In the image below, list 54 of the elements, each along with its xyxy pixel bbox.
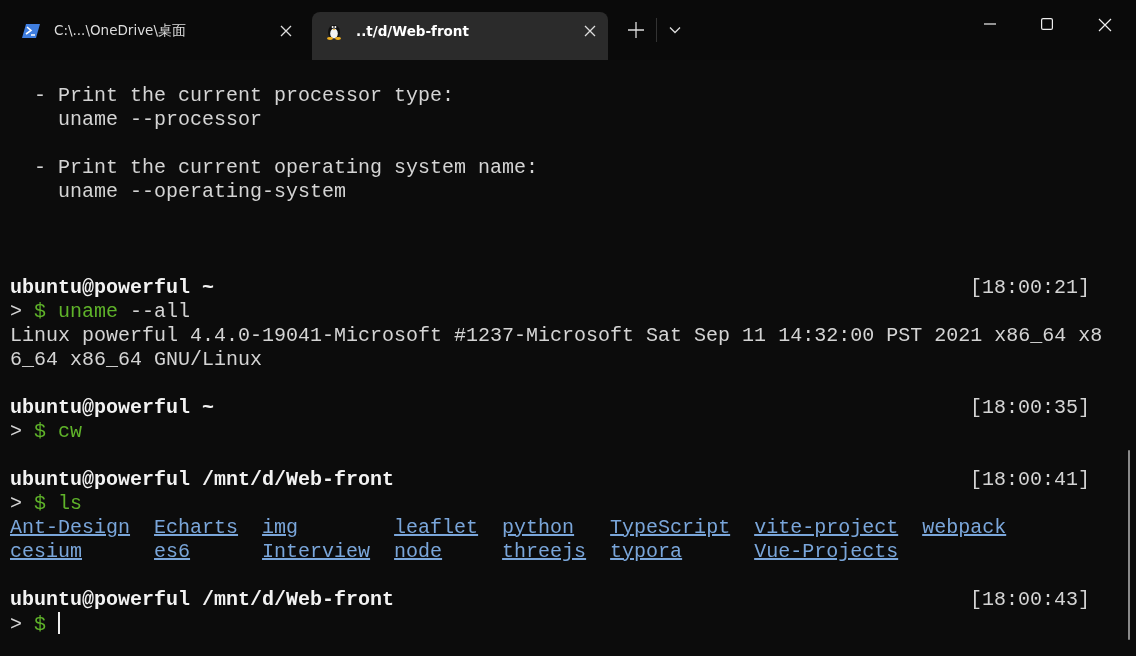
output-text: Linux powerful 4.4.0-19041-Microsoft #1237-Microsoft Sat Sep 11 14:32:00 PST 2021 x86_64 x8 <box>10 324 1103 347</box>
close-icon[interactable] <box>1098 18 1112 32</box>
directory-link[interactable]: es6 <box>154 540 239 564</box>
dropdown-icon[interactable] <box>669 26 681 34</box>
command-name: cw <box>58 420 83 443</box>
directory-link[interactable]: Echarts <box>154 516 239 540</box>
directory-link[interactable]: Ant-Design <box>10 516 131 540</box>
maximize-icon[interactable] <box>1041 18 1053 30</box>
output-text: uname --processor <box>57 108 263 131</box>
prompt-symbol: $ <box>34 492 47 515</box>
directory-link[interactable]: leaflet <box>394 516 479 540</box>
powershell-icon <box>22 23 40 39</box>
prompt-marker: > <box>10 300 22 323</box>
directory-link[interactable]: node <box>394 540 479 564</box>
prompt-path: ubuntu@powerful /mnt/d/Web-front <box>10 468 395 492</box>
prompt-symbol: $ <box>34 300 47 323</box>
prompt-path: ubuntu@powerful /mnt/d/Web-front <box>10 588 395 612</box>
close-icon[interactable] <box>584 25 596 37</box>
prompt-symbol: $ <box>34 613 47 636</box>
prompt-path: ubuntu@powerful ~ <box>10 396 215 420</box>
prompt-marker: > <box>10 492 22 515</box>
output-text: - Print the current operating system name: <box>33 156 539 179</box>
directory-link[interactable]: cesium <box>10 540 131 564</box>
output-text: - Print the current processor type: <box>33 84 455 107</box>
prompt-marker: > <box>10 613 22 636</box>
prompt-marker: > <box>10 420 22 443</box>
directory-link[interactable]: vite-project <box>754 516 899 540</box>
tab[interactable]: C:\...\OneDrive\桌面 <box>8 12 304 50</box>
timestamp: [18:00:35] <box>969 396 1090 420</box>
prompt-symbol: $ <box>34 420 47 443</box>
directory-link[interactable]: threejs <box>502 540 587 564</box>
directory-link[interactable]: webpack <box>922 516 1007 540</box>
tab-title: ..t/d/Web-front <box>356 23 470 39</box>
directory-link[interactable]: Interview <box>262 540 371 564</box>
directory-link[interactable]: python <box>502 516 587 540</box>
directory-link[interactable]: Vue-Projects <box>754 540 899 564</box>
new-tab-icon[interactable] <box>628 22 644 38</box>
timestamp: [18:00:41] <box>969 468 1090 492</box>
command-name: uname <box>58 300 119 323</box>
penguin-icon <box>326 22 342 40</box>
timestamp: [18:00:43] <box>969 588 1090 612</box>
output-text: uname --operating-system <box>57 180 347 203</box>
directory-link[interactable]: typora <box>610 540 731 564</box>
close-icon[interactable] <box>280 25 292 37</box>
output-text: 6_64 x86_64 GNU/Linux <box>10 348 263 371</box>
directory-link[interactable]: img <box>262 516 371 540</box>
tab[interactable]: ..t/d/Web-front <box>312 12 608 60</box>
timestamp: [18:00:21] <box>969 276 1090 300</box>
prompt-path: ubuntu@powerful ~ <box>10 276 215 300</box>
command-name: ls <box>58 492 83 515</box>
tab-title: C:\...\OneDrive\桌面 <box>54 22 187 40</box>
directory-link[interactable]: TypeScript <box>610 516 731 540</box>
command-argument: --all <box>130 300 191 323</box>
scrollbar[interactable] <box>1128 450 1130 640</box>
